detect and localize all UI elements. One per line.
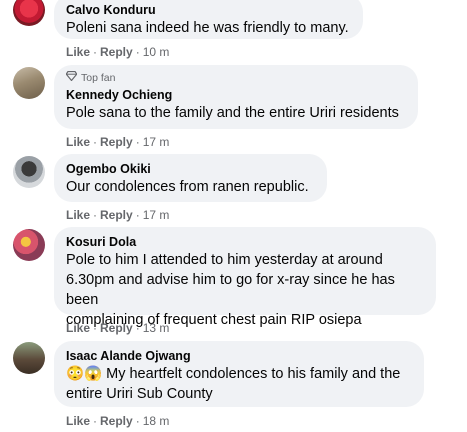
comment-actions: Like · Reply · 17 m [66, 134, 169, 150]
timestamp[interactable]: 10 m [143, 45, 170, 59]
emoji-flushed-scream: 😳😱 [66, 366, 103, 382]
comment-author[interactable]: Ogembo Okiki [66, 161, 315, 177]
separator: · [135, 208, 140, 222]
separator: · [93, 414, 98, 428]
comment-text: My heartfelt condolences to his family a… [106, 366, 401, 382]
comment-bubble: Isaac Alande Ojwang 😳😱 My heartfelt cond… [54, 341, 424, 407]
timestamp[interactable]: 13 m [143, 321, 170, 335]
like-button[interactable]: Like [66, 208, 90, 222]
timestamp[interactable]: 17 m [143, 208, 170, 222]
comment-text: Poleni sana indeed he was friendly to ma… [66, 20, 349, 36]
top-fan-badge: Top fan [65, 70, 406, 85]
comment-author[interactable]: Kosuri Dola [66, 234, 424, 250]
comment-actions: Like · Reply · 17 m [66, 207, 169, 223]
separator: · [93, 135, 98, 149]
avatar[interactable] [13, 342, 45, 374]
separator: · [135, 321, 140, 335]
like-button[interactable]: Like [66, 414, 90, 428]
separator: · [135, 45, 140, 59]
reply-button[interactable]: Reply [100, 45, 133, 59]
comment-author[interactable]: Isaac Alande Ojwang [66, 348, 412, 364]
separator: · [93, 321, 98, 335]
reply-button[interactable]: Reply [100, 135, 133, 149]
reply-button[interactable]: Reply [100, 208, 133, 222]
comment-bubble: Top fan Kennedy Ochieng Pole sana to the… [54, 65, 418, 129]
comment-bubble: Ogembo Okiki Our condolences from ranen … [54, 154, 327, 202]
separator: · [135, 135, 140, 149]
like-button[interactable]: Like [66, 321, 90, 335]
comment-text-line: 6.30pm and advise him to go for x-ray si… [66, 272, 395, 308]
top-fan-label: Top fan [81, 72, 116, 84]
comment-actions: Like · Reply · 10 m [66, 44, 169, 60]
comment-actions: Like · Reply · 13 m [66, 320, 169, 336]
comment-text: Pole sana to the family and the entire U… [66, 105, 399, 121]
avatar[interactable] [13, 67, 45, 99]
comment-actions: Like · Reply · 18 m [66, 413, 169, 429]
separator: · [93, 208, 98, 222]
comment-text-line: Pole to him I attended to him yesterday … [66, 252, 383, 268]
avatar[interactable] [13, 229, 45, 261]
separator: · [93, 45, 98, 59]
timestamp[interactable]: 17 m [143, 135, 170, 149]
reply-button[interactable]: Reply [100, 321, 133, 335]
comment-author[interactable]: Calvo Konduru [66, 2, 351, 18]
avatar[interactable] [13, 0, 45, 26]
comment-bubble: Calvo Konduru Poleni sana indeed he was … [54, 0, 363, 39]
comment-text-line: entire Uriri Sub County [66, 386, 213, 402]
like-button[interactable]: Like [66, 135, 90, 149]
comment-text-line: 😳😱 My heartfelt condolences to his famil… [66, 364, 412, 384]
avatar[interactable] [13, 156, 45, 188]
diamond-icon [65, 70, 78, 85]
like-button[interactable]: Like [66, 45, 90, 59]
timestamp[interactable]: 18 m [143, 414, 170, 428]
reply-button[interactable]: Reply [100, 414, 133, 428]
comment-bubble: Kosuri Dola Pole to him I attended to hi… [54, 227, 436, 328]
comment-text: Our condolences from ranen republic. [66, 179, 309, 195]
separator: · [135, 414, 140, 428]
comment-author[interactable]: Kennedy Ochieng [66, 87, 406, 103]
